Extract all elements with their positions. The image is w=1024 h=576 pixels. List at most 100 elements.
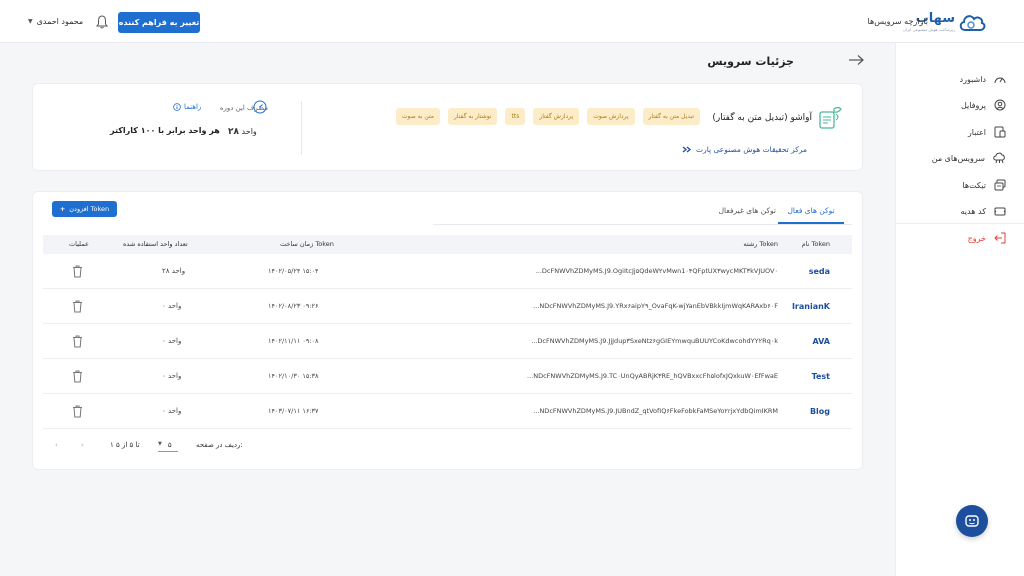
usage-label: مصرف این دوره <box>219 104 268 112</box>
column-header-used: تعداد واحد استفاده شده <box>123 240 188 248</box>
provider-name: مرکز تحقیقات هوش مصنوعی پارت <box>696 145 807 154</box>
back-arrow-icon[interactable] <box>848 54 864 66</box>
sidebar-divider <box>896 223 1024 224</box>
token-created: ۱۴۰۲/۰۵/۲۴ ۱۵:۰۴ <box>268 267 319 275</box>
plus-icon: + <box>59 205 66 213</box>
sidebar-item-profile[interactable]: پروفایل <box>961 98 1006 112</box>
guide-label: راهنما <box>184 103 202 111</box>
service-tag: نوشتار به گفتار <box>448 108 498 125</box>
trash-icon[interactable] <box>72 300 83 313</box>
bell-icon[interactable] <box>96 15 108 29</box>
service-tag: پردازش گفتار <box>533 108 580 125</box>
token-name: Test <box>811 372 830 381</box>
column-header-created: زمان ساخت Token <box>280 240 334 248</box>
service-tag: تبدیل متن به گفتار <box>642 108 700 125</box>
sidebar-item-gift-code[interactable]: کد هدیه <box>961 204 1006 218</box>
provider-logo-icon <box>682 146 692 153</box>
token-name: AVA <box>812 337 831 346</box>
token-created: ۱۴۰۲/۱۰/۳۰ ۱۵:۳۸ <box>268 372 319 380</box>
token-used: ۰ واحد <box>162 337 182 345</box>
token-string: ...NDcFNWVhZDMyMS.J9.YRx۶aipY۹_OvaFqK-wj… <box>533 302 778 310</box>
top-bar: سهاب زیرساخت هوش مصنوعی ایران بازارچه سر… <box>0 0 1024 43</box>
token-string: ...NDcFNWVhZDMyMS.J9.TC۰UnQyABRjK۳RE_hQV… <box>527 372 778 380</box>
guide-link[interactable]: راهنما <box>173 103 201 111</box>
chevron-down-icon: ▼ <box>158 441 162 447</box>
cloud-logo-icon <box>959 15 986 31</box>
next-page-icon[interactable]: ‹ <box>55 441 58 449</box>
switch-to-provider-button[interactable]: تغییر به فراهم کننده <box>118 12 200 33</box>
cloud-icon <box>993 152 1005 164</box>
tokens-card: توکن های فعال توکن های غیرفعال + افزودن … <box>32 191 863 470</box>
unit-rate-text: هر واحد برابر با ۱۰۰ کاراکتر <box>110 126 220 135</box>
tabs-divider <box>433 224 852 225</box>
service-provider[interactable]: مرکز تحقیقات هوش مصنوعی پارت <box>682 145 807 154</box>
sidebar-item-label: خروج <box>967 233 986 243</box>
rows-per-page-select[interactable]: ▼ ۵ <box>158 441 178 452</box>
logo-tagline: زیرساخت هوش مصنوعی ایران <box>902 27 955 32</box>
token-name: Blog <box>809 407 830 416</box>
service-info-card: آواشو (تبدیل متن به گفتار) تبدیل متن به … <box>32 83 863 171</box>
text-to-speech-icon <box>819 106 842 129</box>
table-row: IranianK ...NDcFNWVhZDMyMS.J9.YRx۶aipY۹_… <box>43 289 852 324</box>
column-header-actions: عملیات <box>69 240 89 248</box>
token-string: ...DcFNWVhZDMyMS.J9.JjJdup۳SxeNtz۶gGIEYm… <box>531 337 778 345</box>
sidebar-item-label: داشبورد <box>959 74 986 84</box>
sidebar-item-tickets[interactable]: تیکت‌ها <box>962 178 1006 192</box>
sidebar-item-label: اعتبار <box>967 127 986 137</box>
sidebar-item-dashboard[interactable]: داشبورد <box>960 72 1006 86</box>
rows-per-page-label: ردیف در صفحه: <box>196 441 243 449</box>
token-name: seda <box>808 267 830 276</box>
support-bot-button[interactable] <box>956 505 988 537</box>
table-header: نام Token رشته Token زمان ساخت Token تعد… <box>43 235 852 254</box>
sidebar-item-my-services[interactable]: سرویس‌های من <box>932 151 1006 165</box>
token-used: ۰ واحد <box>162 372 182 380</box>
table-row: Test ...NDcFNWVhZDMyMS.J9.TC۰UnQyABRjK۳R… <box>43 359 852 394</box>
token-created: ۱۴۰۲/۰۸/۲۳ ۰۹:۲۶ <box>268 302 319 310</box>
sidebar-item-logout[interactable]: خروج <box>968 231 1006 245</box>
tab-inactive-tokens[interactable]: توکن های غیرفعال <box>719 206 776 215</box>
service-market-link[interactable]: بازارچه سرویس‌ها <box>868 17 928 26</box>
service-name: آواشو (تبدیل متن به گفتار) <box>712 113 812 123</box>
token-used: ۲۸ واحد <box>162 267 186 275</box>
dashboard-icon <box>994 77 1006 84</box>
pagination-range: ۱ تا ۵ از ۵ <box>110 441 140 449</box>
tab-active-tokens[interactable]: توکن های فعال <box>778 206 844 224</box>
table-row: AVA ...DcFNWVhZDMyMS.J9.JjJdup۳SxeNtz۶gG… <box>43 324 852 359</box>
user-name: محمود احمدی <box>36 17 84 26</box>
service-tags: تبدیل متن به گفتار پردازش صوت پردازش گفت… <box>395 108 700 125</box>
token-used: ۰ واحد <box>162 407 182 415</box>
chevron-down-icon: ▼ <box>28 18 33 25</box>
usage-unit: واحد <box>241 127 257 136</box>
user-menu[interactable]: ▼ محمود احمدی <box>28 17 83 26</box>
usage-number: ۲۸ <box>228 127 239 137</box>
card-divider <box>301 101 302 155</box>
add-token-button[interactable]: + افزودن Token <box>52 201 117 217</box>
robot-icon <box>965 515 979 527</box>
wallet-icon <box>994 126 1006 138</box>
service-tag: tts <box>505 108 526 125</box>
column-header-name: نام Token <box>801 240 830 248</box>
token-string: ...NDcFNWVhZDMyMS.J9.JUBndZ_qtVofIQ۶FkeF… <box>533 407 778 415</box>
token-name: IranianK <box>791 302 830 311</box>
ticket-icon <box>994 179 1006 191</box>
token-created: ۱۴۰۳/۰۷/۱۱ ۱۶:۳۷ <box>268 407 319 415</box>
info-icon <box>173 103 181 111</box>
rows-per-page-value: ۵ <box>167 441 172 449</box>
token-created: ۱۴۰۲/۱۱/۱۱ ۰۹:۰۸ <box>268 337 319 345</box>
column-header-token: رشته Token <box>743 240 778 248</box>
table-row: Blog ...NDcFNWVhZDMyMS.J9.JUBndZ_qtVofIQ… <box>43 394 852 429</box>
token-used: ۰ واحد <box>162 302 182 310</box>
add-token-label: افزودن Token <box>69 205 110 213</box>
trash-icon[interactable] <box>72 265 83 278</box>
trash-icon[interactable] <box>72 335 83 348</box>
page-title: جزئیات سرویس <box>707 55 794 68</box>
service-tag: پردازش صوت <box>587 108 635 125</box>
user-icon <box>994 99 1006 111</box>
trash-icon[interactable] <box>72 405 83 418</box>
prev-page-icon[interactable]: › <box>81 441 84 449</box>
token-string: ...DcFNWVhZDMyMS.J9.OgiItcJj۵QdeW۲vMwn1۰… <box>535 267 778 275</box>
sidebar-item-credit[interactable]: اعتبار <box>968 125 1006 139</box>
sidebar-item-label: پروفایل <box>960 100 986 110</box>
trash-icon[interactable] <box>72 370 83 383</box>
usage-value: ۲۸ واحد <box>228 127 257 137</box>
